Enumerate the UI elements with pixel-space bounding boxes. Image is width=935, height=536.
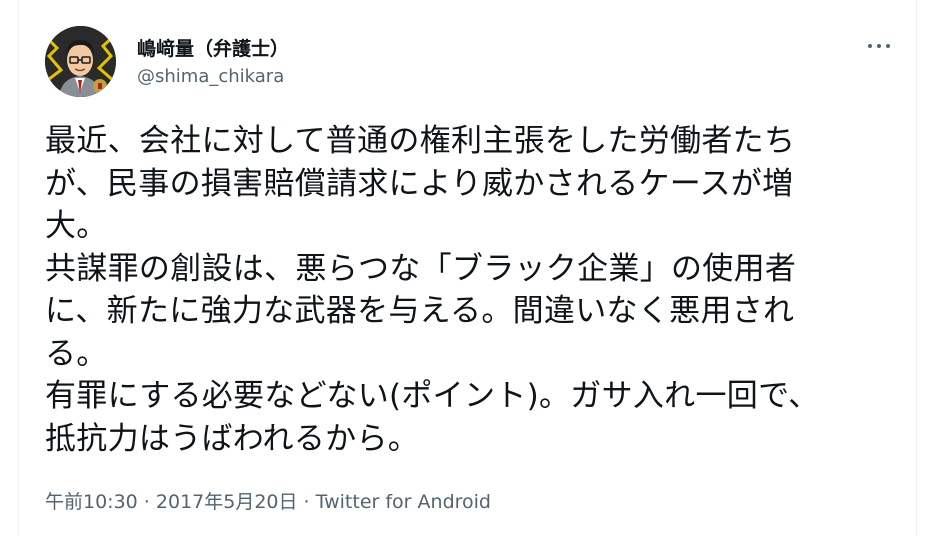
more-options-icon xyxy=(868,44,872,48)
tweet-metadata: 午前10:30 · 2017年5月20日 · Twitter for Andro… xyxy=(45,487,491,514)
more-options-button[interactable] xyxy=(864,32,898,60)
tweet-text-line: に、新たに強力な武器を与える。間違いなく悪用され xyxy=(45,293,795,329)
avatar-portrait-icon xyxy=(45,26,116,97)
meta-separator: · xyxy=(137,491,156,513)
tweet-text-line: 共謀罪の創設は、悪らつな「ブラック企業」の使用者 xyxy=(45,250,797,287)
tweet-text-line: 大。 xyxy=(45,208,108,244)
tweet-card: 嶋﨑量（弁護士） @shima_chikara 最近、会社に対して普通の権利主張… xyxy=(18,0,917,536)
tweet-source[interactable]: Twitter for Android xyxy=(316,491,491,513)
meta-separator: · xyxy=(297,491,316,513)
tweet-time[interactable]: 午前10:30 xyxy=(45,491,138,513)
author-display-name[interactable]: 嶋﨑量（弁護士） xyxy=(137,34,289,61)
tweet-text-line: が、民事の損害賠償請求により威かされるケースが増 xyxy=(45,165,794,202)
tweet-text-line: 抵抗力はうばわれるから。 xyxy=(45,420,420,457)
more-options-icon-dot xyxy=(886,44,890,48)
tweet-text-line: る。 xyxy=(45,335,108,372)
more-options-icon-dot xyxy=(877,44,881,48)
tweet-text: 最近、会社に対して普通の権利主張をした労働者たち が、民事の損害賠償請求により威… xyxy=(45,120,890,460)
tweet-text-line: 有罪にする必要などない(ポイント)。ガサ入れ一回で、 xyxy=(45,378,820,414)
tweet-text-line: 最近、会社に対して普通の権利主張をした労働者たち xyxy=(45,123,796,159)
author-avatar[interactable] xyxy=(45,26,116,97)
author-handle[interactable]: @shima_chikara xyxy=(137,66,284,87)
tweet-date[interactable]: 2017年5月20日 xyxy=(156,491,298,513)
